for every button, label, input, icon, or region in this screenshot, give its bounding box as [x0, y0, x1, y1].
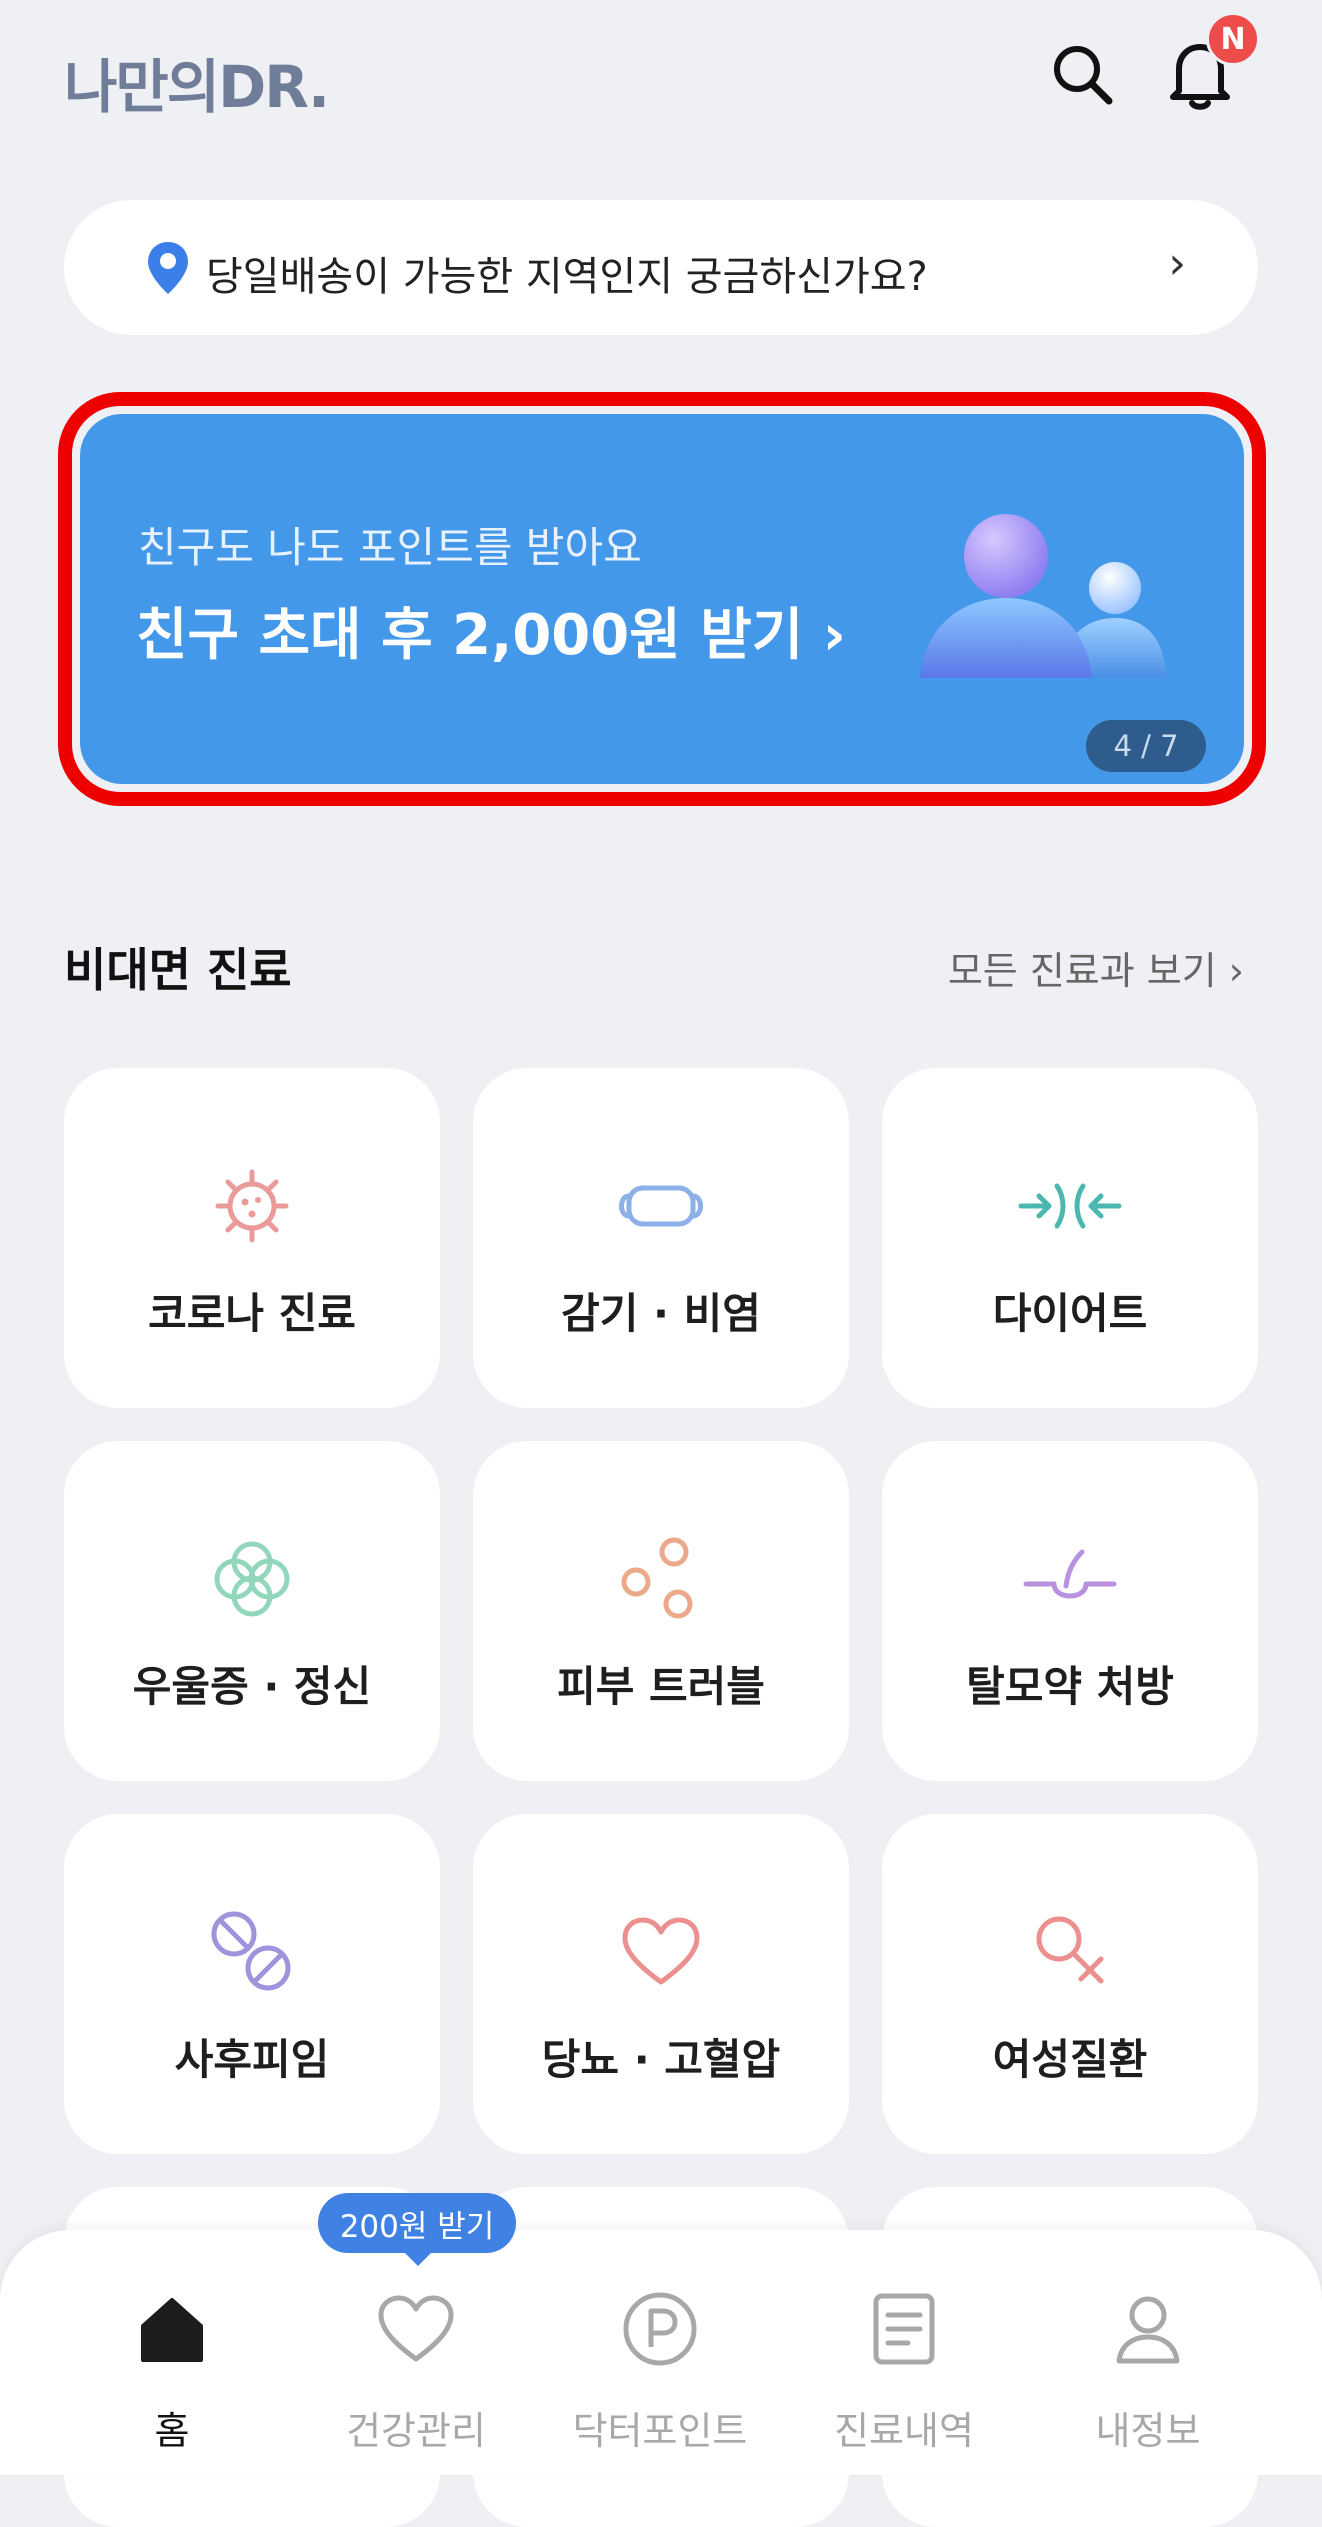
notification-badge: N: [1206, 12, 1260, 66]
department-label: 피부 트러블: [557, 1662, 765, 1711]
hair-icon: [1023, 1549, 1117, 1599]
delivery-check-banner[interactable]: 당일배송이 가능한 지역인지 궁금하신가요? ›: [64, 200, 1258, 335]
department-card-cold[interactable]: 감기 · 비염: [473, 1068, 849, 1408]
nav-label: 닥터포인트: [572, 2409, 748, 2453]
promo-title: 친구 초대 후 2,000원 받기 ›: [136, 603, 846, 668]
nav-label: 진료내역: [834, 2409, 974, 2453]
department-card-contraception[interactable]: 사후피임: [64, 1814, 440, 2154]
virus-icon: [215, 1169, 289, 1243]
app-logo: 나만의DR.: [64, 53, 330, 121]
reward-tooltip-tail: [402, 2250, 434, 2266]
view-all-departments-link[interactable]: 모든 진료과 보기 ›: [948, 940, 1244, 995]
department-label: 여성질환: [992, 2035, 1148, 2084]
friends-illustration-icon: [920, 514, 1166, 678]
point-icon: [623, 2292, 697, 2366]
department-card-skin[interactable]: 피부 트러블: [473, 1441, 849, 1781]
nav-label: 홈: [154, 2409, 190, 2453]
department-label: 코로나 진료: [148, 1289, 356, 1338]
chevron-right-icon: ›: [1168, 238, 1186, 289]
heart-outline-icon: [378, 2295, 454, 2362]
department-card-womens-health[interactable]: 여성질환: [882, 1814, 1258, 2154]
mask-icon: [619, 1185, 703, 1227]
department-label: 감기 · 비염: [561, 1289, 761, 1338]
department-label: 탈모약 처방: [966, 1662, 1174, 1711]
search-icon: [1054, 46, 1113, 105]
heart-icon: [622, 1917, 700, 1985]
search-button[interactable]: [1040, 32, 1124, 116]
department-label: 사후피임: [174, 2035, 330, 2084]
section-title: 비대면 진료: [64, 943, 292, 997]
department-card-diet[interactable]: 다이어트: [882, 1068, 1258, 1408]
location-pin-icon: [148, 242, 188, 294]
user-icon: [1116, 2296, 1180, 2364]
department-label: 당뇨 · 고혈압: [541, 2035, 781, 2084]
nav-home[interactable]: 홈: [50, 2230, 294, 2475]
female-icon: [1036, 1916, 1104, 1984]
diet-arrows-icon: [1018, 1183, 1122, 1229]
banner-page-indicator: 4 / 7: [1086, 720, 1206, 772]
department-label: 우울증 · 정신: [132, 1662, 372, 1711]
reward-tooltip: 200원 받기: [318, 2193, 516, 2253]
nav-label: 내정보: [1095, 2409, 1201, 2453]
skin-dots-icon: [621, 1537, 693, 1619]
nav-label: 건강관리: [346, 2409, 486, 2453]
department-card-hair[interactable]: 탈모약 처방: [882, 1441, 1258, 1781]
bottom-navigation: 홈 건강관리 닥터포인트 진료내역 내정보: [0, 2230, 1322, 2475]
department-card-mental[interactable]: 우울증 · 정신: [64, 1441, 440, 1781]
home-icon: [141, 2298, 203, 2362]
delivery-check-text: 당일배송이 가능한 지역인지 궁금하신가요?: [206, 254, 928, 300]
promo-banner[interactable]: 친구도 나도 포인트를 받아요 친구 초대 후 2,000원 받기 › 4 / …: [80, 414, 1244, 784]
promo-subtitle: 친구도 나도 포인트를 받아요: [138, 523, 642, 572]
nav-history[interactable]: 진료내역: [782, 2230, 1026, 2475]
nav-my-info[interactable]: 내정보: [1026, 2230, 1270, 2475]
department-card-diabetes[interactable]: 당뇨 · 고혈압: [473, 1814, 849, 2154]
nav-health[interactable]: 건강관리: [294, 2230, 538, 2475]
department-card-covid[interactable]: 코로나 진료: [64, 1068, 440, 1408]
flower-icon: [214, 1541, 290, 1617]
department-label: 다이어트: [992, 1289, 1148, 1338]
nav-doctor-point[interactable]: 닥터포인트: [538, 2230, 782, 2475]
document-icon: [873, 2293, 935, 2365]
pill-icon: [211, 1911, 291, 1991]
